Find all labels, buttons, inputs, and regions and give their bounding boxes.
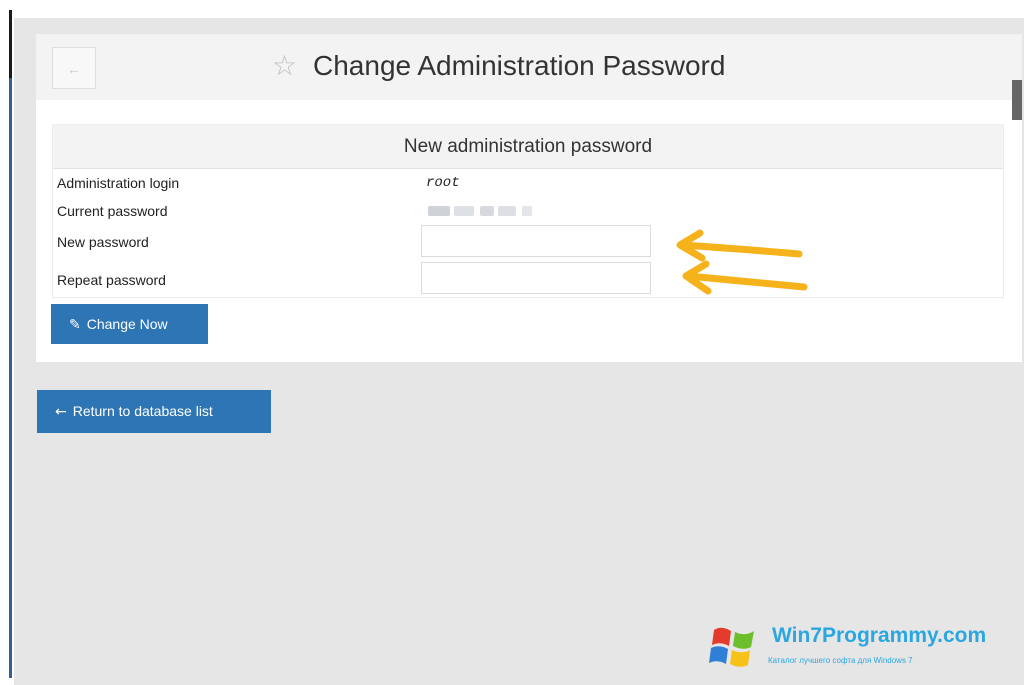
form-caption: New administration password (53, 125, 1003, 169)
panel-header: ← ☆ Change Administration Password (36, 34, 1022, 100)
star-outline-icon[interactable]: ☆ (272, 46, 304, 86)
password-form-table: New administration password Administrati… (52, 124, 1004, 298)
current-password-label: Current password (57, 203, 168, 219)
repeat-password-input[interactable] (421, 262, 651, 294)
new-password-input[interactable] (421, 225, 651, 257)
windows-flag-logo (709, 627, 754, 667)
back-button[interactable]: ← (52, 47, 96, 89)
watermark-subtitle: Каталог лучшего софта для Windows 7 (768, 656, 913, 665)
watermark: Win7Programmy.com Каталог лучшего софта … (704, 622, 1014, 674)
change-now-label: Change Now (86, 315, 168, 332)
current-password-value-blurred (428, 201, 558, 221)
repeat-password-label: Repeat password (57, 272, 166, 288)
left-border-blue (9, 78, 12, 678)
arrow-to-new-password (676, 229, 803, 262)
arrow-to-repeat-password (682, 260, 808, 295)
edit-icon: ✎ (69, 316, 81, 333)
watermark-title: Win7Programmy.com (772, 624, 987, 647)
top-strip (14, 0, 1024, 18)
yellow-arrow-annotations (676, 229, 808, 295)
side-scroll-tab[interactable] (1012, 80, 1022, 120)
admin-login-label: Administration login (57, 175, 180, 191)
arrow-left-icon: ← (67, 61, 81, 77)
change-password-panel: ← ☆ Change Administration Password New a… (36, 34, 1022, 362)
left-border-dark (9, 10, 12, 78)
admin-login-value: root (426, 175, 460, 191)
return-to-database-list-button[interactable]: ← Return to database list (37, 390, 271, 433)
arrow-left-icon: ← (55, 404, 67, 420)
window-left-edge (0, 0, 14, 685)
new-password-label: New password (57, 234, 149, 250)
page-title: Change Administration Password (313, 50, 726, 81)
change-now-button[interactable]: ✎ Change Now (51, 304, 208, 344)
return-button-label: Return to database list (72, 403, 213, 419)
